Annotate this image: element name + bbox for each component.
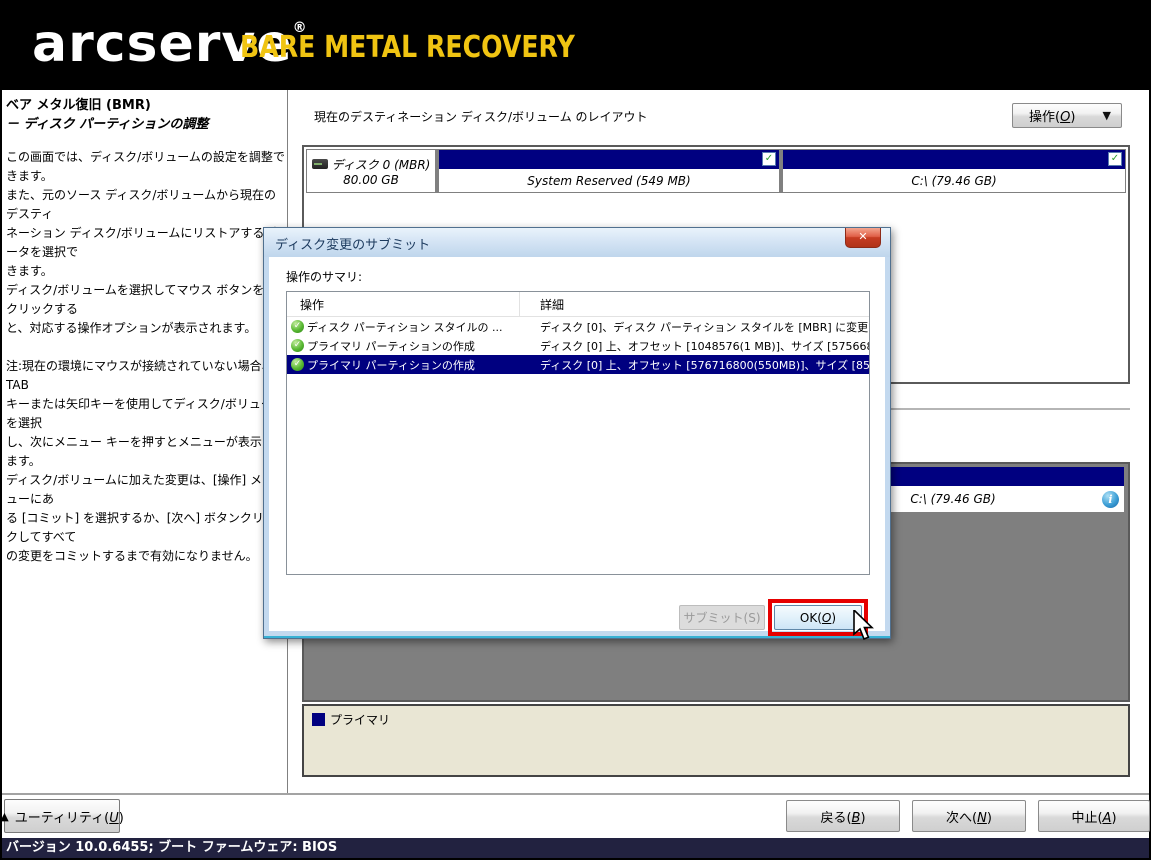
partition-label: C:\ (79.46 GB) bbox=[911, 173, 997, 188]
disk-name: ディスク 0 (MBR) bbox=[331, 157, 431, 172]
legend-box: プライマリ bbox=[302, 704, 1130, 777]
list-header: 操作 詳細 bbox=[287, 292, 869, 317]
banner: arcserve® BARE METAL RECOVERY bbox=[0, 0, 1151, 90]
row-operation: ディスク パーティション スタイルの ... bbox=[307, 320, 503, 334]
status-bar: バージョン 10.0.6455; ブート ファームウェア: BIOS bbox=[2, 838, 1149, 858]
dialog-title: ディスク変更のサブミット bbox=[275, 238, 431, 253]
next-button[interactable]: 次へ(N) bbox=[912, 800, 1026, 832]
partition-system-reserved[interactable]: ✓ System Reserved (549 MB) bbox=[439, 150, 779, 192]
partition-label: System Reserved (549 MB) bbox=[527, 173, 691, 188]
destination-layout-label: 現在のデスティネーション ディスク/ボリューム のレイアウト bbox=[314, 110, 648, 124]
green-check-icon: ✓ bbox=[291, 339, 304, 352]
green-check-icon: ✓ bbox=[291, 358, 304, 371]
disk-icon bbox=[311, 159, 328, 169]
disk-row: ディスク 0 (MBR) 80.00 GB ✓ System Reserved … bbox=[306, 149, 1126, 193]
row-detail: ディスク [0] 上、オフセット [576716800(550MB)]、サイズ … bbox=[540, 358, 869, 372]
list-row-selected[interactable]: ✓ プライマリ パーティションの作成 ディスク [0] 上、オフセット [5767… bbox=[287, 355, 869, 374]
partition-checkbox[interactable]: ✓ bbox=[762, 152, 776, 166]
operation-summary-list[interactable]: 操作 詳細 ✓ ディスク パーティション スタイルの ... ディスク [0]、デ… bbox=[286, 291, 870, 575]
submit-button[interactable]: サブミット(S) bbox=[679, 605, 765, 630]
dialog-body: 操作のサマリ: 操作 詳細 ✓ ディスク パーティション スタイルの ... ディ… bbox=[269, 257, 885, 636]
operation-summary-label: 操作のサマリ: bbox=[286, 270, 363, 284]
sidebar-paragraph-2: 注:現在の環境にマウスが接続されていない場合、TAB キーまたは矢印キーを使用し… bbox=[6, 359, 286, 563]
partition-c-drive[interactable]: ✓ C:\ (79.46 GB) bbox=[783, 150, 1125, 192]
sidebar-paragraph-1: この画面では、ディスク/ボリュームの設定を調整できます。 また、元のソース ディ… bbox=[6, 150, 285, 335]
sidebar-title: ベア メタル復旧 (BMR) bbox=[6, 98, 151, 113]
dialog-titlebar[interactable]: ディスク変更のサブミット bbox=[264, 228, 890, 257]
partition-header: ✓ bbox=[439, 150, 779, 169]
chevron-down-icon: ▼ bbox=[1102, 109, 1111, 122]
primary-legend-swatch bbox=[312, 713, 325, 726]
info-icon[interactable]: i bbox=[1102, 491, 1119, 508]
disk-size: 80.00 GB bbox=[343, 172, 399, 187]
partition-header: ✓ bbox=[783, 150, 1125, 169]
utilities-button-label: ユーティリティ(U) bbox=[14, 810, 124, 826]
primary-legend-label: プライマリ bbox=[330, 713, 391, 727]
abort-button[interactable]: 中止(A) bbox=[1038, 800, 1150, 832]
list-row[interactable]: ✓ ディスク パーティション スタイルの ... ディスク [0]、ディスク パー… bbox=[287, 317, 869, 336]
disk-info-cell[interactable]: ディスク 0 (MBR) 80.00 GB bbox=[307, 150, 435, 192]
green-check-icon: ✓ bbox=[291, 320, 304, 333]
close-button[interactable]: ✕ bbox=[845, 228, 881, 248]
row-detail: ディスク [0] 上、オフセット [1048576(1 MB)]、サイズ [57… bbox=[540, 339, 869, 353]
triangle-up-icon: ▲ bbox=[0, 809, 9, 823]
mouse-cursor bbox=[852, 608, 876, 646]
sidebar-subtitle: － ディスク パーティションの調整 bbox=[6, 117, 209, 132]
sidebar: ベア メタル復旧 (BMR) － ディスク パーティションの調整 この画面では、… bbox=[2, 90, 286, 793]
list-row[interactable]: ✓ プライマリ パーティションの作成 ディスク [0] 上、オフセット [1048… bbox=[287, 336, 869, 355]
back-button[interactable]: 戻る(B) bbox=[786, 800, 900, 832]
close-icon: ✕ bbox=[858, 230, 868, 243]
footer-bar: ▲ ユーティリティ(U) 戻る(B) 次へ(N) 中止(A) bbox=[0, 795, 1150, 838]
submit-disk-changes-dialog: ディスク変更のサブミット ✕ 操作のサマリ: 操作 詳細 ✓ ディスク パーティシ… bbox=[263, 227, 891, 639]
operation-menu-button[interactable]: 操作(O) ▼ bbox=[1012, 103, 1122, 128]
utilities-button[interactable]: ▲ ユーティリティ(U) bbox=[0, 799, 124, 833]
partition-checkbox[interactable]: ✓ bbox=[1108, 152, 1122, 166]
column-header-detail: 詳細 bbox=[540, 297, 565, 312]
row-operation: プライマリ パーティションの作成 bbox=[307, 358, 475, 372]
row-operation: プライマリ パーティションの作成 bbox=[307, 339, 475, 353]
column-header-operation: 操作 bbox=[287, 292, 520, 316]
product-title: BARE METAL RECOVERY bbox=[240, 30, 575, 65]
row-detail: ディスク [0]、ディスク パーティション スタイルを [MBR] に変更 bbox=[540, 320, 869, 334]
bmr-window: arcserve® BARE METAL RECOVERY ベア メタル復旧 (… bbox=[0, 0, 1151, 860]
operation-button-label: 操作(O) bbox=[1029, 110, 1076, 125]
